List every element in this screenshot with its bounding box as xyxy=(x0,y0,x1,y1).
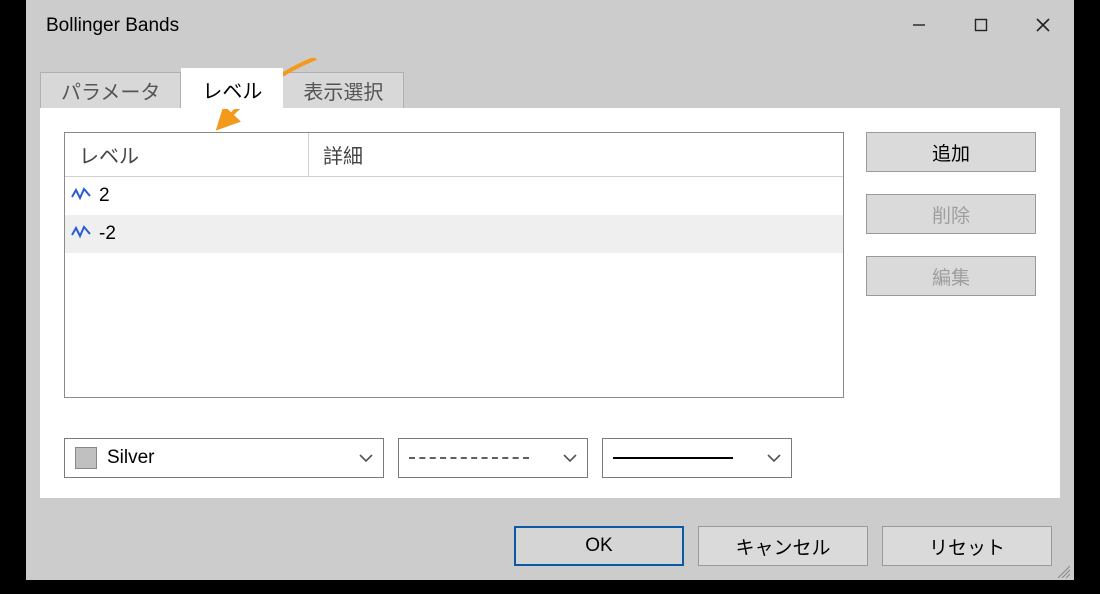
level-value: -2 xyxy=(99,223,116,245)
chevron-down-icon xyxy=(359,454,373,462)
reset-button[interactable]: リセット xyxy=(882,526,1052,566)
edit-button[interactable]: 編集 xyxy=(866,256,1036,296)
column-header-level[interactable]: レベル xyxy=(65,133,309,177)
side-buttons: 追加 削除 編集 xyxy=(866,132,1036,398)
column-header-detail[interactable]: 詳細 xyxy=(309,133,843,177)
chevron-down-icon xyxy=(767,454,781,462)
solid-line-icon xyxy=(613,457,733,459)
chevron-down-icon xyxy=(563,454,577,462)
tab-levels[interactable]: レベル xyxy=(181,68,283,109)
close-button[interactable] xyxy=(1012,0,1074,50)
title-bar: Bollinger Bands xyxy=(26,0,1074,50)
client-area: パラメータ レベル 表示選択 レベル 詳細 2 xyxy=(26,50,1074,580)
tab-strip: パラメータ レベル 表示選択 xyxy=(40,70,404,108)
line-width-combo[interactable] xyxy=(602,438,792,478)
line-style-combo[interactable] xyxy=(398,438,588,478)
cancel-button[interactable]: キャンセル xyxy=(698,526,868,566)
table-row[interactable]: 2 xyxy=(65,177,843,215)
resize-grip-icon[interactable] xyxy=(1054,562,1070,578)
ok-button[interactable]: OK xyxy=(514,526,684,566)
footer-buttons: OK キャンセル リセット xyxy=(514,526,1052,566)
levels-table[interactable]: レベル 詳細 2 xyxy=(64,132,844,398)
dashed-line-icon xyxy=(409,457,529,459)
window-title: Bollinger Bands xyxy=(46,15,179,37)
color-name: Silver xyxy=(107,447,155,469)
level-line-icon xyxy=(71,187,91,205)
level-value: 2 xyxy=(99,185,110,207)
level-line-icon xyxy=(71,225,91,243)
tab-parameters[interactable]: パラメータ xyxy=(40,72,181,108)
minimize-button[interactable] xyxy=(888,0,950,50)
delete-button[interactable]: 削除 xyxy=(866,194,1036,234)
dialog-window: Bollinger Bands パラメータ レベル 表示選択 レベル 詳細 xyxy=(26,0,1074,580)
style-row: Silver xyxy=(64,438,792,478)
tab-display[interactable]: 表示選択 xyxy=(283,72,404,108)
table-row[interactable]: -2 xyxy=(65,215,843,253)
maximize-button[interactable] xyxy=(950,0,1012,50)
line-color-combo[interactable]: Silver xyxy=(64,438,384,478)
add-button[interactable]: 追加 xyxy=(866,132,1036,172)
color-swatch-icon xyxy=(75,447,97,469)
tab-panel-levels: レベル 詳細 2 xyxy=(40,108,1060,498)
